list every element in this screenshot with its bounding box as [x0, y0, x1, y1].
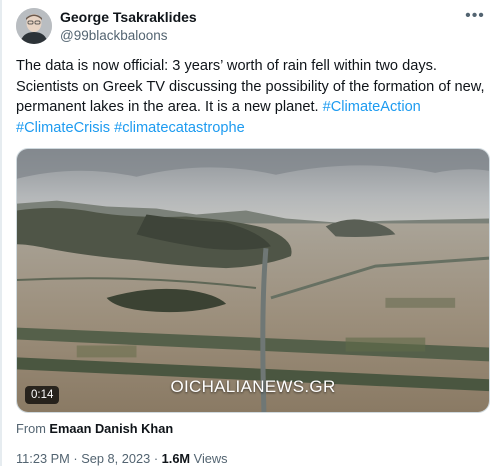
- video-watermark: OICHALIANEWS.GR: [170, 377, 336, 396]
- source-author-link[interactable]: Emaan Danish Khan: [49, 421, 173, 436]
- video-player[interactable]: OICHALIANEWS.GR 0:14: [16, 148, 490, 413]
- tweet-card: George Tsakraklides @99blackbaloons ••• …: [0, 0, 500, 466]
- card-edge: [0, 0, 2, 466]
- tweet-date[interactable]: Sep 8, 2023: [81, 451, 150, 466]
- hashtag-link[interactable]: #ClimateCrisis: [16, 120, 110, 136]
- tweet-time[interactable]: 11:23 PM: [16, 451, 70, 466]
- meta-separator: ·: [153, 451, 159, 466]
- meta-separator: ·: [73, 451, 78, 466]
- tweet-metadata: 11:23 PM · Sep 8, 2023 · 1.6M Views: [16, 451, 228, 466]
- hashtag-link[interactable]: #ClimateAction: [323, 99, 421, 115]
- views-count[interactable]: 1.6M: [162, 451, 190, 466]
- video-duration-badge: 0:14: [25, 386, 60, 404]
- more-horizontal-icon[interactable]: •••: [464, 6, 486, 26]
- hashtag-link[interactable]: #climatecatastrophe: [114, 120, 245, 136]
- author-handle[interactable]: @99blackbaloons: [60, 27, 168, 44]
- author-name[interactable]: George Tsakraklides: [60, 9, 197, 26]
- avatar[interactable]: [16, 8, 52, 44]
- tweet-text: The data is now official: 3 years’ worth…: [16, 56, 486, 138]
- avatar-image: [16, 8, 52, 44]
- source-prefix: From: [16, 421, 46, 436]
- flood-aerial-video-frame: [17, 149, 489, 412]
- views-label: Views: [193, 451, 228, 466]
- video-source: From Emaan Danish Khan: [16, 421, 173, 437]
